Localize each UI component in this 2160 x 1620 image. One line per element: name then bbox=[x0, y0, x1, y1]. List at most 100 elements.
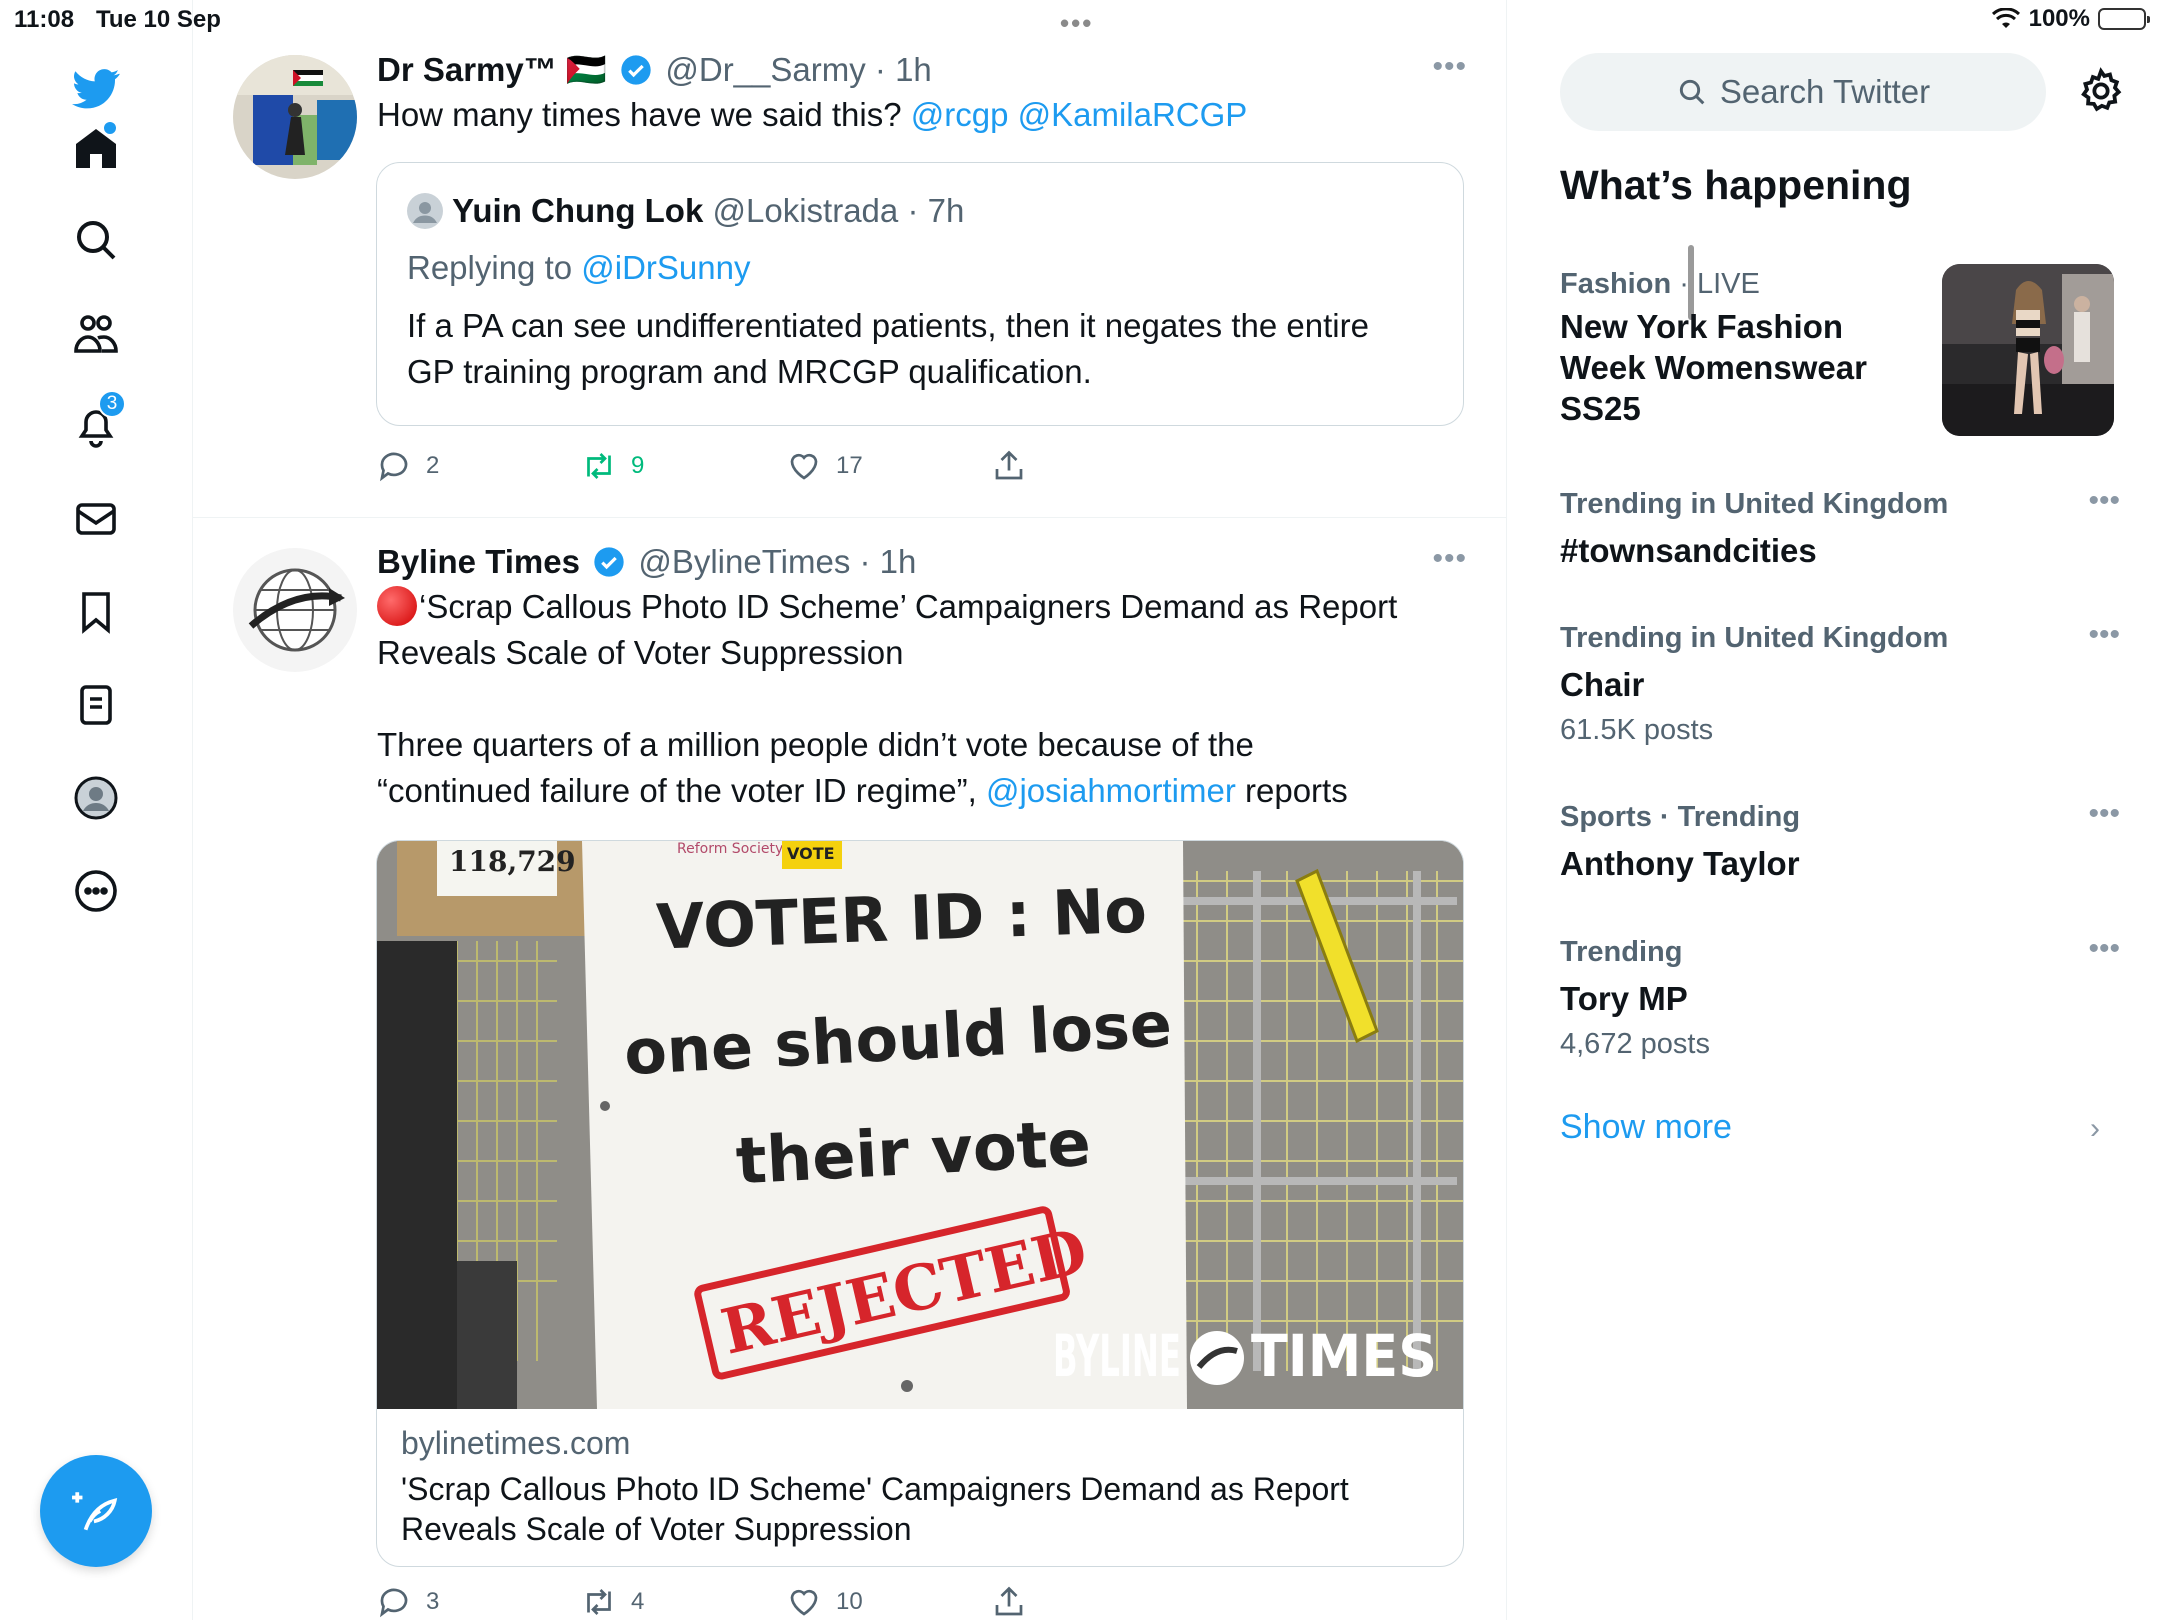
trend-item[interactable]: Trending in United Kingdom Chair 61.5K p… bbox=[1560, 618, 2120, 751]
trend-title: Chair bbox=[1560, 666, 1645, 703]
trend-category: Trending in United Kingdom bbox=[1560, 622, 1949, 654]
timeline[interactable]: Dr Sarmy™ 🇵🇸 @Dr__Sarmy · 1h ••• How man… bbox=[193, 0, 1694, 1620]
card-image-small-text: VOTE bbox=[787, 844, 835, 863]
verified-badge-icon bbox=[621, 55, 651, 85]
link-card[interactable]: 118,729 Reform Society VOTE VOTER ID : N… bbox=[376, 840, 1464, 1567]
bookmarks-icon[interactable] bbox=[64, 580, 128, 644]
quoted-text-line: GP training program and MRCGP qualificat… bbox=[407, 353, 1092, 390]
compose-feather-icon bbox=[72, 1492, 118, 1531]
share-icon bbox=[995, 450, 1023, 480]
tweet-content: Byline Times @BylineTimes · 1h ••• ‘Scra… bbox=[377, 542, 1467, 814]
search-placeholder: Search Twitter bbox=[1719, 73, 1931, 110]
compose-tweet-button[interactable] bbox=[40, 1455, 152, 1567]
settings-gear-icon[interactable] bbox=[2076, 66, 2126, 116]
heart-icon bbox=[790, 453, 818, 480]
like-count: 17 bbox=[836, 452, 863, 479]
reply-count: 2 bbox=[426, 452, 440, 479]
reply-button[interactable]: 3 bbox=[376, 1584, 581, 1620]
tweet-body-text: “continued failure of the voter ID regim… bbox=[377, 772, 986, 809]
quoted-tweet-text: If a PA can see undifferentiated patient… bbox=[407, 303, 1369, 395]
retweet-count: 4 bbox=[631, 1588, 645, 1615]
retweet-button[interactable]: 9 bbox=[581, 448, 786, 484]
replying-to-handle[interactable]: @iDrSunny bbox=[581, 249, 750, 286]
quoted-author-name: Yuin Chung Lok bbox=[452, 192, 704, 229]
tweet-time[interactable]: · 1h bbox=[875, 51, 932, 88]
author-handle[interactable]: @Dr__Sarmy bbox=[665, 51, 865, 88]
show-more-link[interactable]: Show more bbox=[1560, 1108, 1732, 1147]
reply-count: 3 bbox=[426, 1588, 440, 1615]
like-button[interactable]: 10 bbox=[786, 1584, 991, 1620]
reply-button[interactable]: 2 bbox=[376, 448, 581, 484]
trend-category: Sports · Trending bbox=[1560, 801, 1801, 833]
mention-link[interactable]: @KamilaRCGP bbox=[1018, 96, 1248, 133]
author-name[interactable]: Byline Times bbox=[377, 543, 580, 580]
tweet-body-text: reports bbox=[1235, 772, 1348, 809]
trend-title: Tory MP bbox=[1560, 980, 1688, 1017]
tweet[interactable]: Byline Times @BylineTimes · 1h ••• ‘Scra… bbox=[193, 518, 1507, 1620]
tweet-header: Dr Sarmy™ 🇵🇸 @Dr__Sarmy · 1h bbox=[377, 50, 1467, 90]
card-image[interactable]: 118,729 Reform Society VOTE VOTER ID : N… bbox=[377, 841, 1464, 1409]
tweet-more-icon[interactable]: ••• bbox=[1432, 50, 1467, 84]
heart-icon bbox=[790, 1589, 818, 1616]
search-icon[interactable] bbox=[64, 208, 128, 272]
tweet-actions: 2 9 17 bbox=[376, 448, 1196, 484]
trend-more-icon[interactable]: ••• bbox=[2088, 797, 2120, 831]
trend-title: #townsandcities bbox=[1560, 532, 1817, 569]
mention-link[interactable]: @rcgp bbox=[911, 96, 1009, 133]
trend-category: Fashion bbox=[1560, 268, 1672, 300]
tweet-author-avatar[interactable] bbox=[233, 55, 357, 179]
reply-icon bbox=[379, 1588, 408, 1618]
mention-link[interactable]: @josiahmortimer bbox=[986, 772, 1236, 809]
search-input[interactable]: Search Twitter bbox=[1560, 53, 2046, 131]
search-icon bbox=[1679, 79, 1705, 105]
tweet-text-plain: How many times have we said this? bbox=[377, 96, 911, 133]
author-handle[interactable]: @BylineTimes bbox=[638, 543, 850, 580]
retweet-icon bbox=[587, 453, 611, 479]
quoted-author-handle: @Lokistrada bbox=[712, 192, 899, 229]
trend-item[interactable]: Sports · Trending Anthony Taylor ••• bbox=[1560, 797, 2120, 884]
lists-icon[interactable] bbox=[64, 673, 128, 737]
tweet-author-avatar[interactable] bbox=[233, 548, 357, 672]
trend-more-icon[interactable]: ••• bbox=[2088, 932, 2120, 966]
tweet[interactable]: Dr Sarmy™ 🇵🇸 @Dr__Sarmy · 1h ••• How man… bbox=[193, 40, 1507, 518]
replying-to: Replying to @iDrSunny bbox=[407, 249, 751, 287]
trend-live-label: · LIVE bbox=[1671, 268, 1760, 300]
quoted-tweet[interactable]: Yuin Chung Lok @Lokistrada · 7h Replying… bbox=[376, 162, 1464, 426]
communities-icon[interactable] bbox=[64, 301, 128, 365]
trend-category: Trending bbox=[1560, 936, 1683, 968]
like-button[interactable]: 17 bbox=[786, 448, 991, 484]
share-button[interactable] bbox=[991, 448, 1196, 484]
quoted-tweet-header: Yuin Chung Lok @Lokistrada · 7h bbox=[407, 191, 964, 231]
trend-more-icon[interactable]: ••• bbox=[2088, 618, 2120, 652]
trend-more-icon[interactable]: ••• bbox=[2088, 484, 2120, 518]
retweet-button[interactable]: 4 bbox=[581, 1584, 786, 1620]
quoted-author-avatar-icon bbox=[407, 193, 443, 229]
more-options-icon[interactable] bbox=[64, 859, 128, 923]
tweet-time[interactable]: · 1h bbox=[860, 543, 917, 580]
reply-icon bbox=[379, 452, 408, 482]
retweet-count: 9 bbox=[631, 452, 645, 479]
messages-icon[interactable] bbox=[64, 487, 128, 551]
replying-to-prefix: Replying to bbox=[407, 249, 582, 286]
tweet-text: How many times have we said this? @rcgp … bbox=[377, 92, 1467, 138]
twitter-logo-icon[interactable] bbox=[64, 56, 128, 120]
tweet-content: Dr Sarmy™ 🇵🇸 @Dr__Sarmy · 1h ••• How man… bbox=[377, 50, 1467, 138]
notifications-icon[interactable]: 3 bbox=[64, 390, 128, 458]
home-icon[interactable] bbox=[64, 116, 128, 180]
card-title-line: 'Scrap Callous Photo ID Scheme' Campaign… bbox=[401, 1471, 1349, 1507]
tweet-more-icon[interactable]: ••• bbox=[1432, 542, 1467, 576]
chevron-right-icon: › bbox=[2090, 1112, 2100, 1145]
trend-thumbnail-image[interactable] bbox=[1942, 264, 2114, 436]
trend-post-count: 4,672 posts bbox=[1560, 1028, 1710, 1060]
trend-title: Anthony Taylor bbox=[1560, 845, 1800, 882]
author-flag: 🇵🇸 bbox=[565, 51, 608, 88]
notifications-badge: 3 bbox=[98, 390, 126, 418]
author-name[interactable]: Dr Sarmy™ bbox=[377, 51, 557, 88]
share-button[interactable] bbox=[991, 1584, 1196, 1620]
profile-avatar-icon[interactable] bbox=[64, 766, 128, 830]
trend-post-count: 61.5K posts bbox=[1560, 714, 1714, 746]
trend-item[interactable]: Trending in United Kingdom #townsandciti… bbox=[1560, 484, 2120, 571]
trend-item[interactable]: Trending Tory MP 4,672 posts ••• bbox=[1560, 932, 2120, 1065]
card-title-line: Reveals Scale of Voter Suppression bbox=[401, 1511, 912, 1547]
card-title: 'Scrap Callous Photo ID Scheme' Campaign… bbox=[401, 1469, 1349, 1549]
